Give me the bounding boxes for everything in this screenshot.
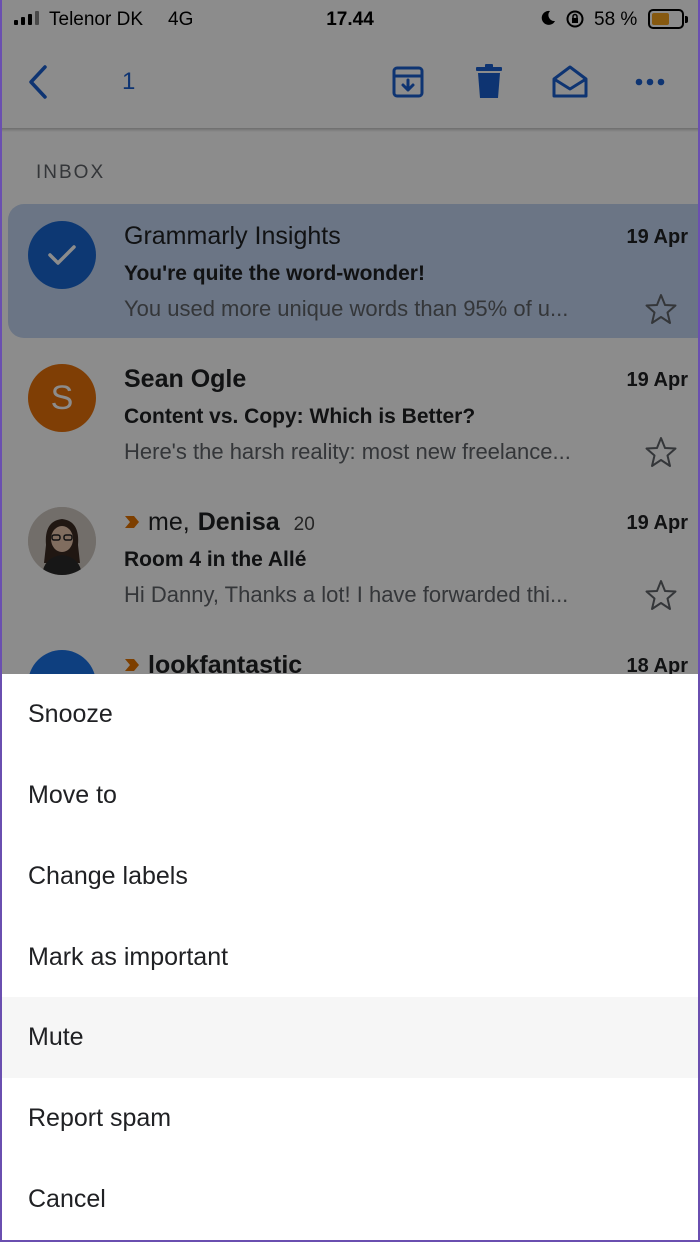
avatar-letter: S — [50, 378, 74, 417]
avatar[interactable] — [28, 221, 96, 289]
email-sender: Grammarly Insights — [124, 222, 341, 251]
app-frame: Telenor DK 4G 17.44 58 % 1 INBOX Grammar… — [0, 0, 700, 1242]
sender-name: Sean Ogle — [124, 365, 247, 393]
status-bar: Telenor DK 4G 17.44 58 % — [2, 0, 698, 40]
report-spam-option[interactable]: Report spam — [2, 1078, 698, 1159]
email-subject: Content vs. Copy: Which is Better? — [124, 405, 476, 428]
email-snippet: Hi Danny, Thanks a lot! I have forwarded… — [124, 582, 569, 607]
mark-read-button[interactable] — [548, 60, 592, 104]
archive-button[interactable] — [386, 60, 430, 104]
back-button[interactable] — [16, 60, 60, 104]
action-sheet: Snooze Move to Change labels Mark as imp… — [2, 674, 698, 1240]
email-date: 19 Apr — [626, 226, 688, 248]
delete-button[interactable] — [467, 60, 511, 104]
avatar[interactable]: S — [28, 364, 96, 432]
toolbar-divider — [2, 128, 698, 132]
sender-name: Denisa — [197, 508, 280, 536]
cancel-option[interactable]: Cancel — [2, 1159, 698, 1240]
trash-icon — [476, 64, 502, 98]
email-date: 19 Apr — [626, 369, 688, 391]
back-icon — [29, 65, 47, 99]
avatar[interactable] — [28, 507, 96, 575]
email-subject: You're quite the word-wonder! — [124, 262, 425, 285]
sender-prefix: me, — [148, 508, 190, 536]
snooze-option[interactable]: Snooze — [2, 674, 698, 755]
email-row[interactable]: me, Denisa 20 19 Apr Room 4 in the Allé … — [8, 490, 698, 624]
selection-toolbar: 1 — [2, 40, 698, 130]
mark-important-option[interactable]: Mark as important — [2, 917, 698, 998]
change-labels-option[interactable]: Change labels — [2, 836, 698, 917]
star-icon[interactable] — [644, 578, 678, 612]
sender-name: Grammarly Insights — [124, 222, 341, 250]
moon-icon — [541, 10, 555, 25]
email-sender: me, Denisa 20 — [124, 508, 315, 537]
email-sender: Sean Ogle — [124, 365, 246, 394]
more-button[interactable] — [628, 60, 672, 104]
important-marker-icon — [125, 659, 139, 671]
mute-option[interactable]: Mute — [2, 997, 698, 1078]
email-date: 19 Apr — [626, 512, 688, 534]
battery-icon — [648, 9, 688, 29]
star-icon[interactable] — [644, 292, 678, 326]
move-to-option[interactable]: Move to — [2, 755, 698, 836]
mark-read-icon — [552, 65, 588, 98]
more-icon — [635, 78, 665, 86]
archive-icon — [392, 66, 424, 98]
selected-count: 1 — [122, 68, 136, 95]
email-snippet: You used more unique words than 95% of u… — [124, 296, 569, 321]
rotation-lock-icon — [566, 10, 584, 28]
email-subject: Room 4 in the Allé — [124, 548, 307, 571]
section-label: INBOX — [36, 162, 106, 183]
email-row[interactable]: S Sean Ogle 19 Apr Content vs. Copy: Whi… — [8, 347, 698, 481]
person-photo-icon — [28, 507, 96, 575]
battery-percent: 58 % — [594, 9, 638, 30]
email-snippet: Here's the harsh reality: most new freel… — [124, 439, 571, 464]
important-marker-icon — [125, 516, 139, 528]
thread-count: 20 — [293, 514, 315, 535]
email-row[interactable]: Grammarly Insights 19 Apr You're quite t… — [8, 204, 698, 338]
check-icon — [48, 245, 76, 265]
star-icon[interactable] — [644, 435, 678, 469]
